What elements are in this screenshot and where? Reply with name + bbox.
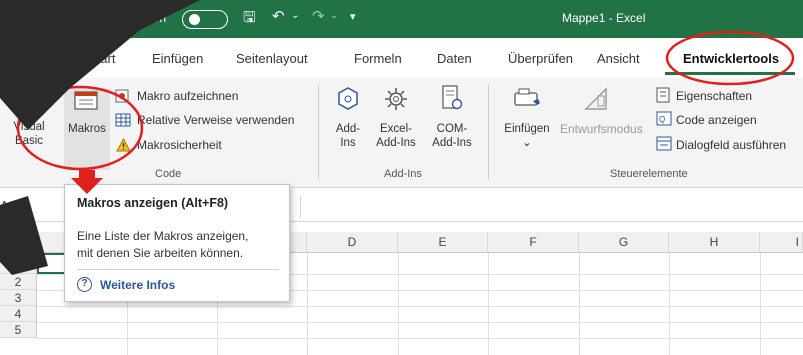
record-macro-button[interactable]: Makro aufzeichnen bbox=[137, 89, 238, 103]
insert-control-caret-icon: ⌄ bbox=[522, 137, 532, 149]
active-tab-indicator bbox=[665, 72, 795, 75]
select-all-corner[interactable] bbox=[0, 232, 37, 253]
com-addins-icon bbox=[441, 84, 463, 112]
undo-dropdown-icon[interactable]: ⌄ bbox=[291, 10, 299, 21]
row-header-2[interactable]: 2 bbox=[0, 274, 37, 290]
column-header-g[interactable]: G bbox=[579, 232, 669, 253]
gridline bbox=[488, 253, 489, 355]
group-label-addins: Add-Ins bbox=[384, 168, 422, 180]
visual-basic-button[interactable]: Visual Basic bbox=[6, 120, 52, 148]
makros-icon bbox=[74, 90, 100, 112]
more-info-link[interactable]: Weitere Infos bbox=[100, 278, 175, 292]
autosave-label: Automatisches Speichern bbox=[30, 11, 167, 25]
insert-control-icon bbox=[513, 87, 543, 113]
redo-dropdown-icon[interactable]: ⌄ bbox=[330, 10, 338, 21]
gridline bbox=[579, 253, 580, 355]
column-header-e[interactable]: E bbox=[398, 232, 488, 253]
column-header-f[interactable]: F bbox=[488, 232, 579, 253]
visual-basic-icon bbox=[20, 86, 44, 110]
macro-security-button[interactable]: Makrosicherheit bbox=[137, 138, 222, 152]
row-header-4[interactable]: 4 bbox=[0, 306, 37, 322]
group-separator bbox=[318, 84, 319, 180]
tab-start[interactable]: Start bbox=[88, 51, 115, 66]
makros-button[interactable]: Makros bbox=[63, 122, 111, 136]
undo-icon[interactable]: ↶ bbox=[272, 7, 285, 25]
toggle-knob bbox=[189, 14, 200, 25]
help-icon[interactable]: ? bbox=[77, 277, 92, 292]
column-header-d[interactable]: D bbox=[307, 232, 398, 253]
save-icon[interactable]: 🖫 bbox=[243, 7, 256, 32]
relative-references-button[interactable]: Relative Verweise verwenden bbox=[137, 113, 294, 127]
view-code-icon: Q bbox=[656, 111, 672, 126]
excel-addins-button[interactable]: Excel- Add-Ins bbox=[372, 122, 420, 150]
design-mode-icon bbox=[583, 86, 609, 112]
group-label-code: Code bbox=[155, 168, 182, 180]
com-addins-button[interactable]: COM- Add-Ins bbox=[428, 122, 476, 150]
tab-datei[interactable]: Datei bbox=[16, 51, 46, 66]
run-dialog-icon bbox=[656, 136, 672, 151]
tooltip-title: Makros anzeigen (Alt+F8) bbox=[77, 196, 229, 210]
svg-text:Q: Q bbox=[659, 115, 665, 124]
com-addins-label-2: Add-Ins bbox=[432, 137, 472, 149]
row-header-5[interactable]: 5 bbox=[0, 322, 37, 338]
relative-references-icon bbox=[115, 113, 131, 127]
properties-icon bbox=[656, 87, 670, 103]
tooltip-description-line-2: mit denen Sie arbeiten können. bbox=[77, 246, 244, 260]
tooltip-description-line-1: Eine Liste der Makros anzeigen, bbox=[77, 229, 249, 243]
group-label-controls: Steuerelemente bbox=[610, 168, 688, 180]
column-header-i[interactable]: I bbox=[760, 232, 803, 253]
group-separator bbox=[488, 84, 489, 180]
run-dialog-button[interactable]: Dialogfeld ausführen bbox=[676, 138, 786, 152]
addins-label-1: Add- bbox=[335, 123, 361, 135]
tab-formeln[interactable]: Formeln bbox=[354, 51, 402, 66]
autosave-toggle[interactable] bbox=[182, 10, 228, 29]
redo-icon[interactable]: ↷ bbox=[312, 7, 325, 25]
visual-basic-label-1: Visual bbox=[13, 121, 45, 133]
addins-icon bbox=[336, 86, 360, 112]
tooltip-divider bbox=[77, 269, 279, 270]
column-header-h[interactable]: H bbox=[669, 232, 760, 253]
formula-input[interactable] bbox=[300, 196, 803, 218]
gridline bbox=[37, 306, 803, 307]
excel-addins-label-1: Excel- bbox=[380, 123, 412, 135]
addins-button[interactable]: Add- Ins bbox=[328, 122, 368, 150]
record-macro-icon bbox=[115, 89, 129, 103]
insert-control-label: Einfügen bbox=[504, 123, 550, 135]
tab-daten[interactable]: Daten bbox=[437, 51, 472, 66]
name-box[interactable]: A1 bbox=[0, 198, 16, 213]
tab-ueberpruefen[interactable]: Überprüfen bbox=[508, 51, 573, 66]
properties-button[interactable]: Eigenschaften bbox=[676, 89, 752, 103]
gridline bbox=[760, 253, 761, 355]
tab-ansicht[interactable]: Ansicht bbox=[597, 51, 640, 66]
row-header-3[interactable]: 3 bbox=[0, 290, 37, 306]
gridline bbox=[307, 253, 308, 355]
com-addins-label-1: COM- bbox=[436, 123, 468, 135]
gridline bbox=[37, 322, 803, 323]
row-header-1[interactable]: 1 bbox=[0, 253, 37, 274]
tab-einfuegen[interactable]: Einfügen bbox=[152, 51, 203, 66]
gridline bbox=[669, 253, 670, 355]
excel-addins-icon bbox=[383, 86, 409, 112]
title-bar: Automatisches Speichern 🖫 ↶ ⌄ ↷ ⌄ ▾ Mapp… bbox=[0, 0, 803, 38]
customize-quick-access-icon[interactable]: ▾ bbox=[350, 10, 356, 23]
tab-entwicklertools[interactable]: Entwicklertools bbox=[683, 51, 779, 66]
tab-seitenlayout[interactable]: Seitenlayout bbox=[236, 51, 308, 66]
gridline bbox=[398, 253, 399, 355]
makros-tooltip: Makros anzeigen (Alt+F8) Eine Liste der … bbox=[64, 184, 290, 302]
design-mode-button[interactable]: Entwurfsmodus bbox=[560, 122, 643, 136]
visual-basic-label-2: Basic bbox=[14, 135, 44, 147]
addins-label-2: Ins bbox=[340, 137, 356, 149]
view-code-button[interactable]: Code anzeigen bbox=[676, 113, 757, 127]
document-title: Mappe1 - Excel bbox=[562, 11, 646, 25]
excel-addins-label-2: Add-Ins bbox=[376, 137, 416, 149]
insert-control-button[interactable]: Einfügen ⌄ bbox=[498, 122, 556, 150]
gridline bbox=[37, 338, 803, 339]
macro-security-icon bbox=[116, 138, 131, 152]
